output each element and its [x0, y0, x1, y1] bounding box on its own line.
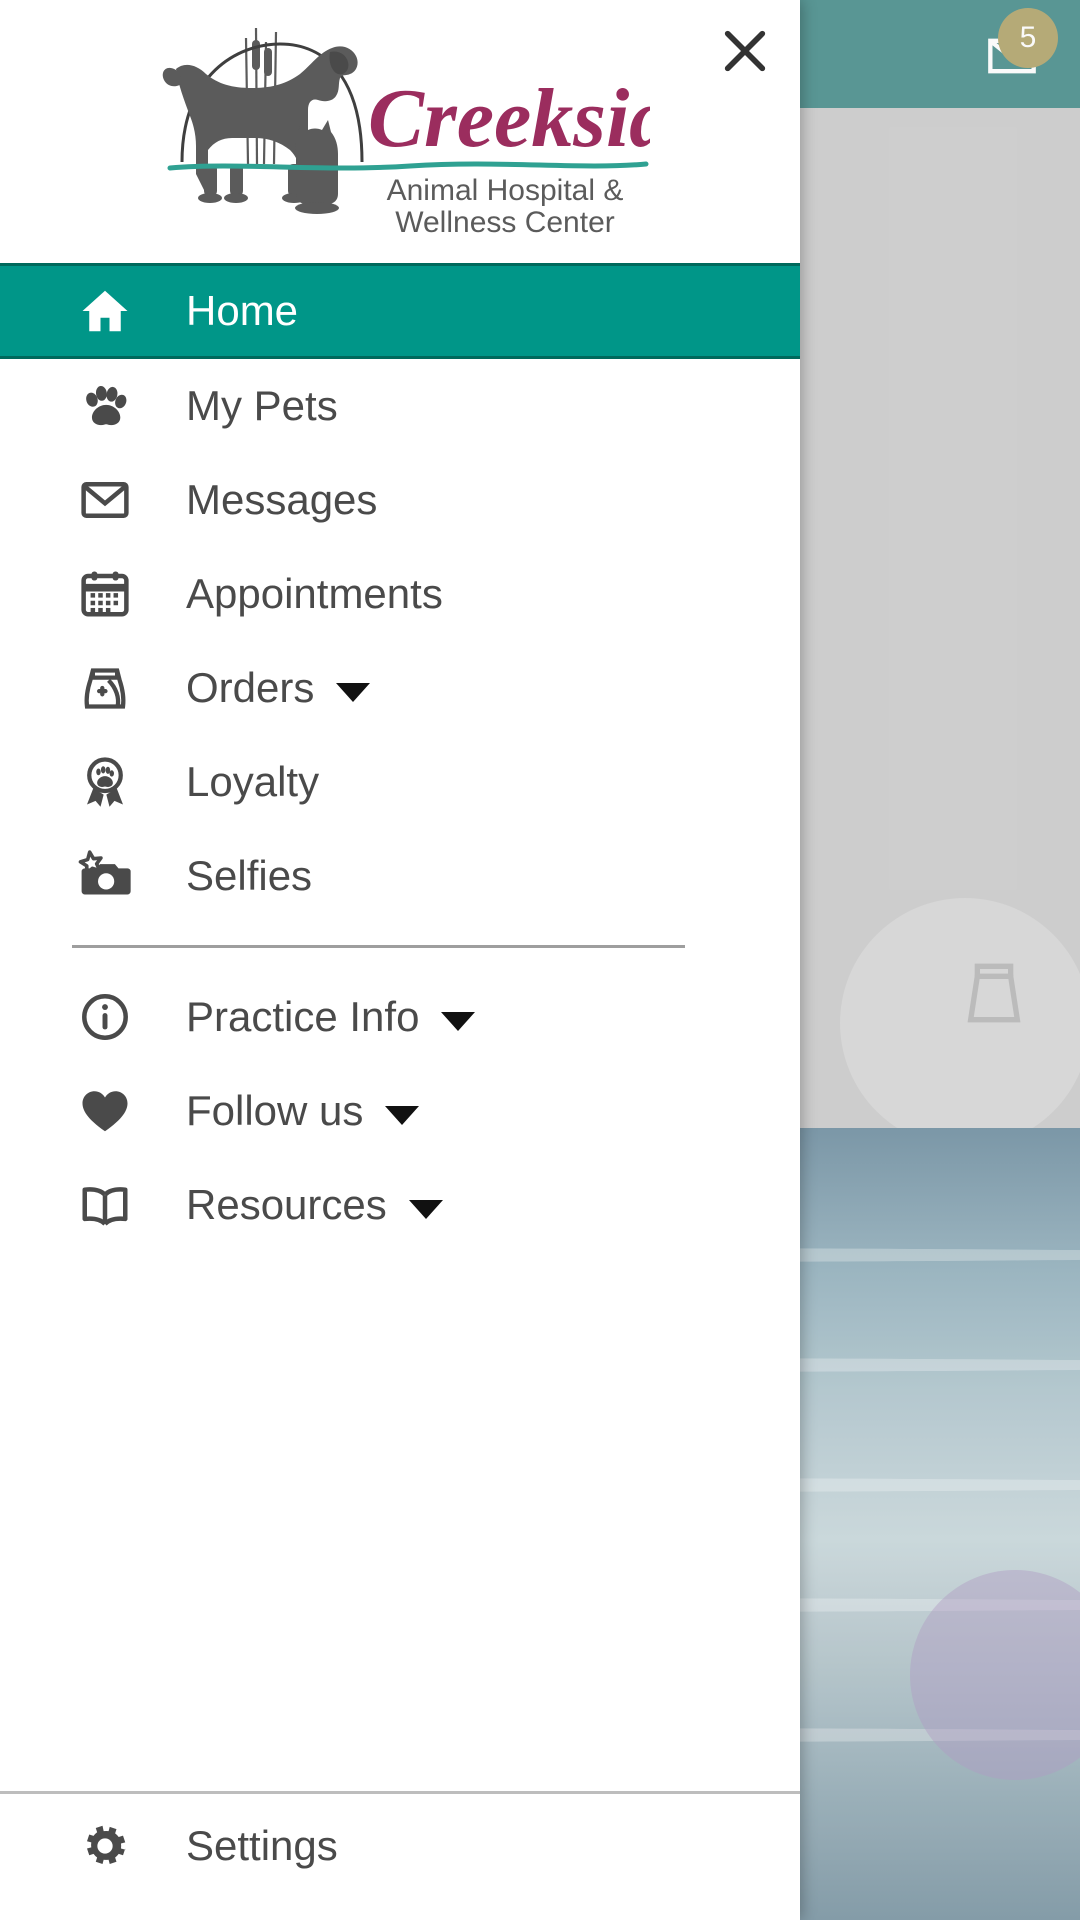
award-paw-icon: [78, 755, 154, 809]
sidebar-item-label: My Pets: [186, 382, 338, 429]
sidebar-item-selfies[interactable]: Selfies: [0, 829, 800, 923]
practice-logo: Creekside Animal Hospital & Wellness Cen…: [160, 14, 650, 236]
camera-star-icon: [78, 849, 154, 903]
sidebar-item-label: Settings: [186, 1822, 338, 1869]
food-bag-icon: [78, 661, 154, 715]
chevron-down-icon[interactable]: [385, 1105, 420, 1125]
sidebar-item-resources[interactable]: Resources: [0, 1158, 800, 1252]
calendar-icon: [78, 567, 154, 621]
nav-divider: [72, 945, 685, 948]
sidebar-item-label: Selfies: [186, 852, 313, 899]
chevron-down-icon[interactable]: [441, 1011, 476, 1031]
drawer-header: Creekside Animal Hospital & Wellness Cen…: [0, 0, 800, 253]
sidebar-item-label: Appointments: [186, 570, 443, 617]
sidebar-item-appointments[interactable]: Appointments: [0, 547, 800, 641]
envelope-icon: [78, 473, 154, 527]
sidebar-item-label: Resources: [186, 1181, 387, 1228]
sidebar-item-label: Loyalty: [186, 758, 320, 805]
paw-icon: [78, 379, 154, 433]
sidebar-item-settings[interactable]: Settings: [0, 1798, 800, 1894]
close-drawer-button[interactable]: [700, 6, 790, 96]
logo-brand-text: Creekside: [368, 72, 650, 165]
close-icon: [724, 30, 766, 72]
chevron-down-icon[interactable]: [336, 682, 371, 702]
sidebar-item-label: Orders: [186, 664, 315, 711]
chevron-down-icon[interactable]: [408, 1199, 443, 1219]
sidebar-item-label: Follow us: [186, 1087, 364, 1134]
heart-icon: [78, 1084, 154, 1138]
book-icon: [78, 1178, 154, 1232]
sidebar-item-home[interactable]: Home: [0, 263, 800, 359]
home-icon: [78, 284, 154, 338]
sidebar-item-follow-us[interactable]: Follow us: [0, 1064, 800, 1158]
info-circle-icon: [78, 990, 154, 1044]
sidebar-item-my-pets[interactable]: My Pets: [0, 359, 800, 453]
sidebar-item-messages[interactable]: Messages: [0, 453, 800, 547]
sidebar-item-label: Home: [186, 287, 299, 334]
sidebar-item-label: Messages: [186, 476, 378, 523]
sidebar-item-practice-info[interactable]: Practice Info: [0, 970, 800, 1064]
logo-tagline-line2: Wellness Center: [395, 206, 615, 236]
gear-icon: [78, 1819, 154, 1873]
drawer-nav-list[interactable]: Home My Pets Messages Appointments Order…: [0, 253, 800, 1791]
sidebar-item-orders[interactable]: Orders: [0, 641, 800, 735]
sidebar-item-label: Practice Info: [186, 993, 420, 1040]
drawer-footer: Settings: [0, 1791, 800, 1920]
sidebar-item-loyalty[interactable]: Loyalty: [0, 735, 800, 829]
navigation-drawer: Creekside Animal Hospital & Wellness Cen…: [0, 0, 800, 1920]
logo-tagline-line1: Animal Hospital &: [387, 174, 624, 207]
